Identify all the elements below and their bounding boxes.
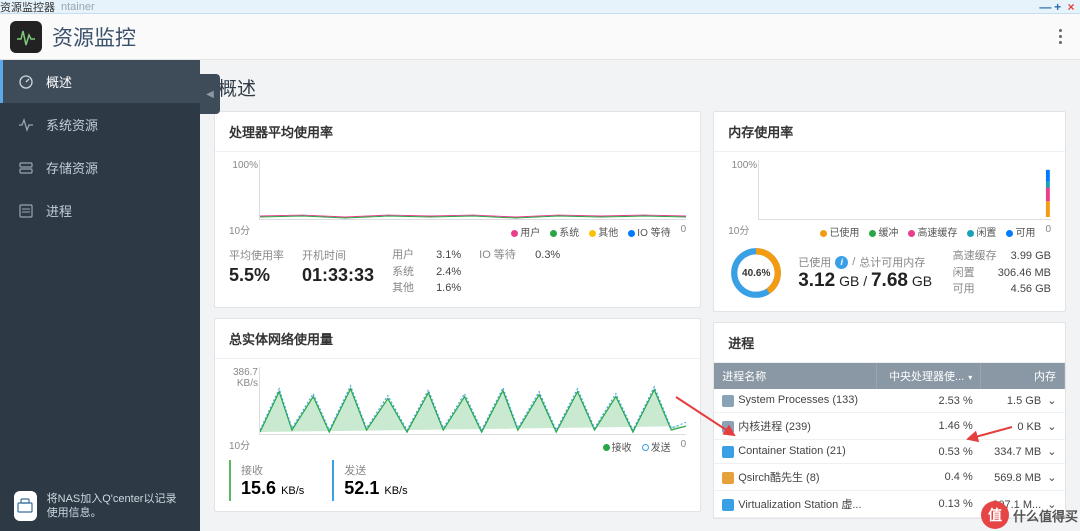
watermark: 值 什么值得买 xyxy=(981,501,1078,529)
process-name: Container Station (21) xyxy=(738,445,846,457)
sidebar-item-system[interactable]: 系统资源 xyxy=(0,103,200,146)
maximize-icon[interactable]: + xyxy=(1053,2,1063,12)
os-titlebar: 资源监控器 ntainer — + × xyxy=(0,0,1080,14)
sidebar-item-label: 进程 xyxy=(46,201,72,220)
memory-main-stat: 已使用 i / 总计可用内存 3.12 GB / 7.68 GB xyxy=(798,254,932,292)
sidebar-item-label: 系统资源 xyxy=(46,115,98,134)
memory-donut: 40.6% xyxy=(728,245,784,301)
sidebar-collapse-button[interactable]: ◀ xyxy=(200,74,220,114)
table-row[interactable]: Container Station (21) 0.53 %334.7 MB ⌄ xyxy=(714,440,1064,464)
more-menu-icon[interactable] xyxy=(1059,29,1070,44)
main-content: 概述 处理器平均使用率 100% 1 xyxy=(200,60,1080,531)
page-title: 概述 xyxy=(200,60,1080,111)
table-header-row: 进程名称 中央处理器使...▾ 内存 xyxy=(714,363,1064,389)
process-mem: 569.8 MB ⌄ xyxy=(981,464,1065,491)
io-wait-block: IO 等待0.3% xyxy=(479,247,560,264)
sidebar: 概述 系统资源 存储资源 进程 ◀ 将NAS加入Q'center以记录使用信息。 xyxy=(0,60,200,531)
memory-card-title: 内存使用率 xyxy=(714,112,1065,152)
process-cpu: 0.53 % xyxy=(876,440,981,464)
table-row[interactable]: Qsirch酷先生 (8) 0.4 %569.8 MB ⌄ xyxy=(714,464,1064,491)
memory-card: 内存使用率 100% 10分 xyxy=(713,111,1066,312)
watermark-icon: 值 xyxy=(981,501,1009,529)
process-cpu: 0.4 % xyxy=(876,464,981,491)
process-mem: 334.7 MB ⌄ xyxy=(981,440,1065,464)
process-mem: 1.5 GB ⌄ xyxy=(981,389,1065,413)
expand-icon[interactable]: ⌄ xyxy=(1047,421,1056,433)
process-icon xyxy=(722,472,734,484)
memory-side-stats: 高速缓存3.99 GB 闲置306.46 MB 可用4.56 GB xyxy=(953,248,1051,298)
network-card: 总实体网络使用量 386.7 KB/s 10分 接收 xyxy=(214,318,701,512)
process-icon xyxy=(722,421,734,433)
expand-icon[interactable]: ⌄ xyxy=(1047,472,1056,484)
process-mem: 0 KB ⌄ xyxy=(981,413,1065,440)
cpu-card: 处理器平均使用率 100% 10分 用户 xyxy=(214,111,701,308)
bg-tab-hint: ntainer xyxy=(61,1,95,13)
process-card-title: 进程 xyxy=(714,323,1065,363)
col-cpu[interactable]: 中央处理器使...▾ xyxy=(876,363,981,389)
sidebar-item-label: 概述 xyxy=(46,72,72,91)
process-name: System Processes (133) xyxy=(738,394,858,406)
expand-icon[interactable]: ⌄ xyxy=(1047,446,1056,458)
disk-icon xyxy=(18,160,34,176)
uptime-block: 开机时间 01:33:33 xyxy=(302,247,374,286)
sidebar-footer-text: 将NAS加入Q'center以记录使用信息。 xyxy=(47,492,186,521)
process-cpu: 1.46 % xyxy=(876,413,981,440)
window-controls: — + × xyxy=(1039,0,1076,14)
cpu-avg-block: 平均使用率 5.5% xyxy=(229,247,284,286)
cpu-breakdown: 用户3.1% 系统2.4% 其他1.6% xyxy=(392,247,461,297)
process-name: Qsirch酷先生 (8) xyxy=(738,472,819,484)
process-icon xyxy=(722,499,734,511)
cpu-legend: 用户 系统 其他 IO 等待 0 xyxy=(511,224,686,239)
process-table: 进程名称 中央处理器使...▾ 内存 System Processes (133… xyxy=(714,363,1065,518)
sidebar-item-overview[interactable]: 概述 xyxy=(0,60,200,103)
process-name: 内核进程 (239) xyxy=(738,421,811,433)
chevron-down-icon: ▾ xyxy=(968,373,972,382)
network-card-title: 总实体网络使用量 xyxy=(215,319,700,359)
info-icon[interactable]: i xyxy=(835,256,848,269)
memory-legend: 已使用 缓冲 高速缓存 闲置 可用 0 xyxy=(820,224,1051,239)
process-name: Virtualization Station 虚... xyxy=(738,499,861,511)
expand-icon[interactable]: ⌄ xyxy=(1047,395,1056,407)
minimize-icon[interactable]: — xyxy=(1039,2,1049,12)
col-mem[interactable]: 内存 xyxy=(981,363,1065,389)
close-icon[interactable]: × xyxy=(1066,2,1076,12)
network-chart: 386.7 KB/s xyxy=(259,367,686,435)
col-name[interactable]: 进程名称 xyxy=(714,363,876,389)
sidebar-item-process[interactable]: 进程 xyxy=(0,189,200,232)
process-icon xyxy=(722,446,734,458)
rx-block: 接收 15.6 KB/s xyxy=(229,460,304,501)
sidebar-item-label: 存储资源 xyxy=(46,158,98,177)
process-icon xyxy=(722,395,734,407)
window-title: 资源监控器 xyxy=(0,0,55,15)
process-cpu: 0.13 % xyxy=(876,491,981,518)
sidebar-footer[interactable]: 将NAS加入Q'center以记录使用信息。 xyxy=(0,481,200,531)
sidebar-item-storage[interactable]: 存储资源 xyxy=(0,146,200,189)
qcenter-icon xyxy=(14,491,37,521)
gauge-icon xyxy=(18,74,34,90)
cpu-card-title: 处理器平均使用率 xyxy=(215,112,700,152)
process-card: 进程 进程名称 中央处理器使...▾ 内存 System Processes (… xyxy=(713,322,1066,519)
table-row[interactable]: 内核进程 (239) 1.46 %0 KB ⌄ xyxy=(714,413,1064,440)
memory-chart: 100% xyxy=(758,160,1051,220)
network-legend: 接收 发送 0 xyxy=(603,439,687,454)
cpu-chart: 100% xyxy=(259,160,686,220)
app-logo-icon xyxy=(10,21,42,53)
app-header: 资源监控 xyxy=(0,14,1080,60)
app-title: 资源监控 xyxy=(52,22,136,52)
list-icon xyxy=(18,203,34,219)
process-cpu: 2.53 % xyxy=(876,389,981,413)
pulse-icon xyxy=(18,117,34,133)
table-row[interactable]: System Processes (133) 2.53 %1.5 GB ⌄ xyxy=(714,389,1064,413)
tx-block: 发送 52.1 KB/s xyxy=(332,460,407,501)
